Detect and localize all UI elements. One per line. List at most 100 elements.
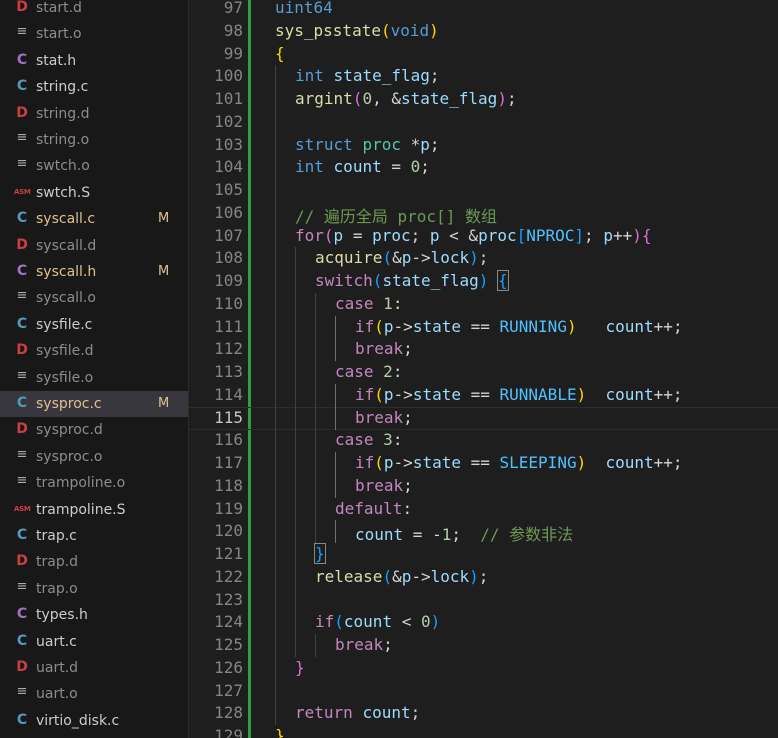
file-item-trap-c[interactable]: Ctrap.c	[0, 523, 188, 549]
code-token: (	[382, 248, 393, 268]
code-token: ->	[411, 248, 431, 268]
code-token: for	[295, 225, 324, 245]
asm-file-icon: ASM	[14, 187, 31, 196]
code-token: if	[355, 453, 375, 472]
file-name: sysfile.c	[36, 316, 93, 333]
indent-guide	[275, 247, 276, 271]
indent-guide	[335, 520, 336, 544]
file-item-swtch-s[interactable]: ASM swtch.S	[0, 180, 188, 206]
code-text: case 2:	[335, 362, 402, 381]
code-line[interactable]: 115 break;	[189, 406, 778, 430]
code-line[interactable]: 116 case 3:	[189, 429, 778, 453]
line-number: 121	[214, 544, 243, 563]
code-token: 0	[410, 157, 421, 177]
file-item-string-o[interactable]: ≡ string.o	[0, 127, 188, 153]
code-line[interactable]: 103 struct proc *p;	[189, 133, 778, 157]
file-item-uart-d[interactable]: Duart.d	[0, 655, 188, 681]
code-line[interactable]: 100 int state_flag;	[189, 65, 778, 89]
file-name: sysfile.d	[36, 343, 94, 360]
code-line[interactable]: 106 // 遍历全局 proc[] 数组	[189, 201, 778, 226]
file-item-sysproc-d[interactable]: Dsysproc.d	[0, 417, 188, 443]
code-line[interactable]: 127	[189, 679, 778, 703]
file-item-trampoline-s[interactable]: ASM trampoline.S	[0, 497, 188, 523]
file-item-sysfile-c[interactable]: Csysfile.c	[0, 312, 188, 338]
code-line[interactable]: 109 switch(state_flag) {	[189, 270, 778, 293]
file-item-uart-c[interactable]: Cuart.c	[0, 629, 188, 655]
code-line[interactable]: 123	[189, 588, 778, 612]
code-line[interactable]: 107 for(p = proc; p < &proc[NPROC]; p++){	[189, 224, 778, 248]
indent-guide	[275, 543, 276, 566]
file-item-trap-d[interactable]: Dtrap.d	[0, 549, 188, 575]
file-item-virtio-disk-c[interactable]: Cvirtio_disk.c	[0, 708, 188, 734]
code-text: default:	[335, 499, 412, 518]
code-line[interactable]: 121}	[189, 543, 778, 566]
binary-file-icon: ≡	[16, 130, 28, 145]
binary-file-icon: ≡	[16, 578, 28, 594]
asm-file-icon: ASM	[14, 504, 31, 513]
code-token: }	[314, 543, 326, 564]
c-header-file-icon: C	[16, 606, 28, 623]
indent-guide	[335, 474, 336, 498]
code-editor[interactable]: 97 uint64 98 sys_psstate(void) 99{100 int sta…	[189, 0, 778, 738]
code-line[interactable]: 99 {	[189, 43, 778, 66]
binary-file-icon: ≡	[16, 24, 28, 40]
file-item-sysproc-c[interactable]: Csysproc.c M	[0, 391, 188, 417]
file-item-syscall-d[interactable]: Dsyscall.d	[0, 233, 188, 259]
file-item-string-d[interactable]: Dstring.d	[0, 101, 188, 127]
file-item-trampoline-o[interactable]: ≡ trampoline.o	[0, 470, 188, 496]
code-line[interactable]: 108 acquire(&p->lock);	[189, 247, 778, 271]
indent-guide	[335, 452, 336, 475]
git-modified-badge: M	[158, 264, 170, 279]
code-token: 0	[362, 89, 373, 108]
code-token: count	[343, 612, 393, 632]
file-item-syscall-o[interactable]: ≡ syscall.o	[0, 285, 188, 311]
file-item-start-o[interactable]: ≡ start.o	[0, 21, 188, 47]
code-token: (	[323, 225, 334, 245]
indent-guide	[275, 452, 276, 475]
indent-guide	[315, 474, 316, 498]
file-item-sysfile-o[interactable]: ≡ sysfile.o	[0, 365, 188, 391]
indent-guide	[295, 565, 296, 589]
file-item-sysproc-o[interactable]: ≡ sysproc.o	[0, 444, 188, 470]
code-line[interactable]: 110 case 1:	[189, 292, 778, 316]
code-text: if(p->state == SLEEPING) count++;	[355, 453, 683, 472]
code-line[interactable]: 98 sys_psstate(void)	[189, 20, 778, 43]
code-line[interactable]: 119 default:	[189, 497, 778, 521]
line-number: 102	[214, 111, 243, 131]
file-item-syscall-h[interactable]: Csyscall.h M	[0, 259, 188, 285]
code-line[interactable]: 126}	[189, 656, 778, 680]
file-item-swtch-o[interactable]: ≡ swtch.o	[0, 153, 188, 179]
c-source-file-icon: C	[16, 632, 28, 649]
file-item-start-d[interactable]: Dstart.d	[0, 0, 188, 21]
code-line[interactable]: 128 return count;	[189, 702, 778, 726]
file-item-string-c[interactable]: Cstring.c	[0, 74, 188, 100]
code-line[interactable]: 112 break;	[189, 338, 778, 362]
code-line[interactable]: 113 case 2:	[189, 361, 778, 384]
code-line[interactable]: 104 int count = 0;	[189, 156, 778, 180]
indent-guide	[275, 224, 276, 248]
code-line[interactable]: 118 break;	[189, 474, 778, 498]
code-line[interactable]: 125 break;	[189, 634, 778, 657]
code-line[interactable]: 101 argint(0, &state_flag);	[189, 88, 778, 111]
file-name: trap.d	[36, 554, 79, 571]
code-token: p	[333, 225, 344, 245]
file-item-stat-h[interactable]: Cstat.h	[0, 48, 188, 74]
code-line[interactable]: 124 if(count < 0)	[189, 611, 778, 635]
code-line[interactable]: 117 if(p->state == SLEEPING) count++;	[189, 452, 778, 475]
code-line[interactable]: 120 count = -1; // 参数非法	[189, 520, 778, 544]
code-line[interactable]: 97 uint64	[189, 0, 778, 20]
code-line[interactable]: 129}	[189, 725, 778, 738]
file-item-syscall-c[interactable]: Csyscall.c M	[0, 206, 188, 232]
code-line[interactable]: 114 if(p->state == RUNNABLE) count++;	[189, 383, 778, 407]
file-item-sysfile-d[interactable]: Dsysfile.d	[0, 338, 188, 364]
code-line[interactable]: 102	[189, 110, 778, 134]
file-item-trap-o[interactable]: ≡ trap.o	[0, 576, 188, 602]
file-item-types-h[interactable]: Ctypes.h	[0, 602, 188, 628]
code-line[interactable]: 122 release(&p->lock);	[189, 565, 778, 589]
code-token: ;	[429, 134, 440, 154]
code-token: )	[469, 248, 479, 268]
code-line[interactable]: 105	[189, 179, 778, 202]
file-item-uart-o[interactable]: ≡ uart.o	[0, 681, 188, 707]
code-line[interactable]: 111 if(p->state == RUNNING) count++;	[189, 315, 778, 339]
